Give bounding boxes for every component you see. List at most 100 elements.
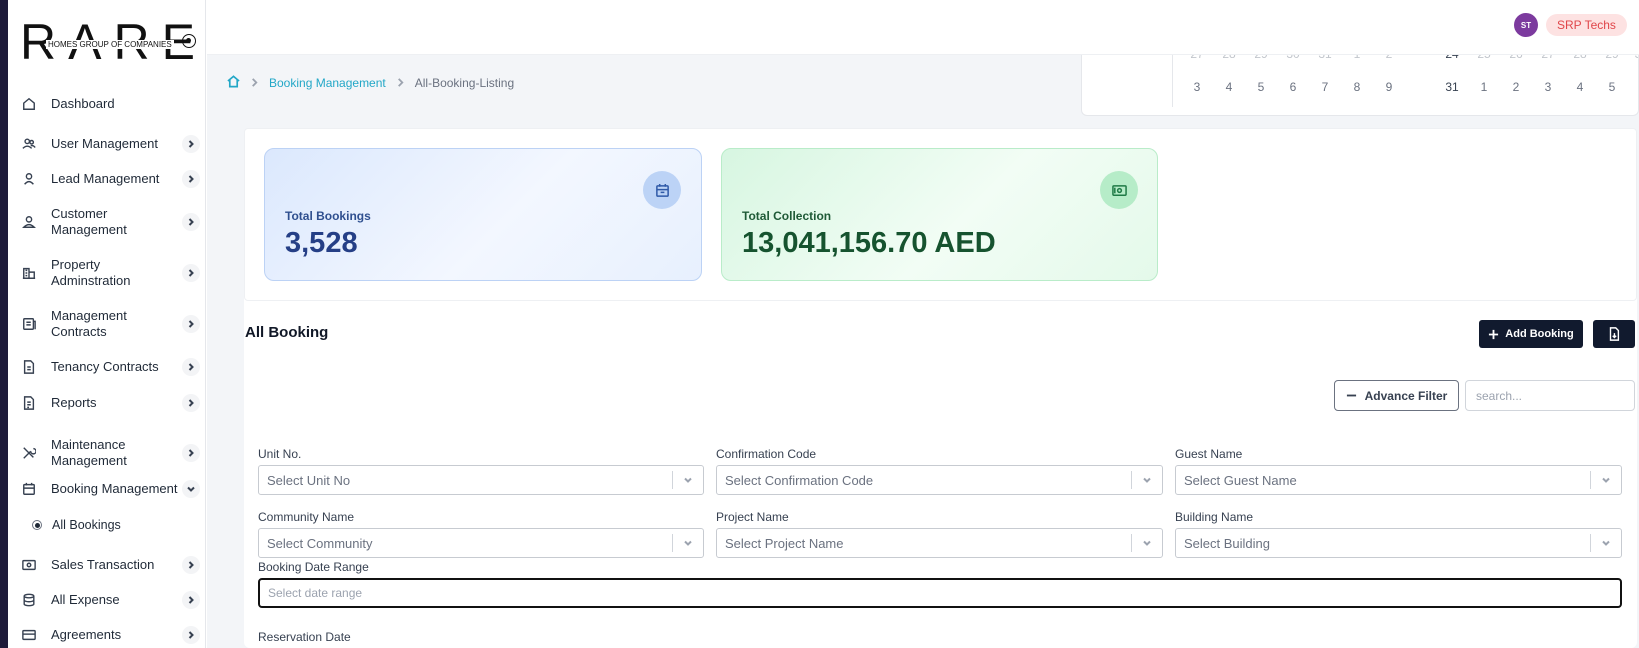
chevron-right-icon (182, 394, 200, 412)
sidebar-item-maintenance-management[interactable]: Maintenance Management (22, 437, 200, 469)
export-button[interactable] (1593, 320, 1635, 348)
sidebar-item-dashboard[interactable]: Dashboard (22, 96, 200, 112)
calendar-day[interactable]: 9 (1373, 80, 1405, 94)
project-name-select[interactable]: Select Project Name (716, 528, 1163, 558)
sidebar-item-booking-management[interactable]: Booking Management (22, 480, 200, 498)
calendar-day[interactable]: 24 (1436, 55, 1468, 61)
select-placeholder: Select Building (1184, 535, 1270, 551)
sidebar-item-label: Booking Management (51, 481, 178, 496)
reservation-date-label: Reservation Date (258, 630, 351, 644)
calendar-day[interactable]: 1 (1468, 80, 1500, 94)
user-name-badge[interactable]: SRP Techs (1546, 14, 1627, 36)
contract-icon (22, 317, 36, 331)
calendar-day[interactable]: 2 (1500, 80, 1532, 94)
stat-value: 3,528 (285, 227, 358, 259)
active-dot-icon (32, 520, 42, 530)
confirmation-code-select[interactable]: Select Confirmation Code (716, 465, 1163, 495)
add-booking-button[interactable]: Add Booking (1479, 320, 1583, 348)
users-icon (22, 137, 36, 151)
sidebar-item-sales-transaction[interactable]: Sales Transaction (22, 556, 200, 574)
calendar-day[interactable]: 26 (1500, 55, 1532, 61)
sidebar-item-lead-management[interactable]: Lead Management (22, 170, 200, 188)
calendar-day[interactable]: 1 (1341, 55, 1373, 61)
calendar-day[interactable]: 28 (1213, 55, 1245, 61)
avatar[interactable]: ST (1514, 13, 1538, 37)
calendar-day[interactable]: 5 (1596, 80, 1628, 94)
unit-no-select[interactable]: Select Unit No (258, 465, 704, 495)
calendar-day[interactable]: 4 (1564, 80, 1596, 94)
sidebar-item-reports[interactable]: Reports (22, 394, 200, 412)
sidebar-subitem-label: All Bookings (52, 518, 121, 532)
sidebar-item-user-management[interactable]: User Management (22, 135, 200, 153)
chevron-down-icon (673, 475, 703, 485)
chevron-down-icon (1132, 475, 1162, 485)
building-select[interactable]: Select Building (1175, 528, 1622, 558)
calendar-day[interactable]: 27 (1181, 55, 1213, 61)
calendar-icon (22, 482, 36, 496)
select-placeholder: Select Confirmation Code (725, 472, 874, 488)
sidebar-item-all-expense[interactable]: All Expense (22, 591, 200, 609)
database-icon (22, 593, 36, 607)
calendar-icon (643, 171, 681, 209)
stat-label: Total Bookings (285, 209, 371, 223)
calendar-day[interactable]: 30 (1277, 55, 1309, 61)
booking-date-range-input[interactable] (258, 578, 1622, 608)
breadcrumb-link[interactable]: Booking Management (269, 76, 386, 90)
community-select[interactable]: Select Community (258, 528, 704, 558)
chevron-right-icon (182, 170, 200, 188)
calendar-day[interactable]: 3 (1532, 80, 1564, 94)
calendar-day[interactable]: 28 (1564, 55, 1596, 61)
sidebar-item-label: Sales Transaction (51, 557, 155, 572)
guest-name-select[interactable]: Select Guest Name (1175, 465, 1622, 495)
chevron-right-icon (182, 626, 200, 644)
chevron-right-icon (182, 315, 200, 333)
select-placeholder: Select Community (267, 535, 373, 551)
stat-label: Total Collection (742, 209, 832, 223)
calendar-day[interactable]: 2 (1373, 55, 1405, 61)
sidebar-item-label: Tenancy Contracts (51, 359, 159, 374)
chevron-right-icon (396, 76, 405, 90)
confirmation-code-label: Confirmation Code (716, 447, 817, 461)
chevron-down-icon (673, 538, 703, 548)
sidebar-item-management-contracts[interactable]: Management Contracts (22, 308, 200, 340)
sidebar-item-label: Agreements (51, 627, 122, 642)
date-range-calendar: 27 28 29 30 31 1 2 24 25 26 27 28 29 3 3… (1081, 55, 1639, 116)
select-placeholder: Select Project Name (725, 535, 844, 551)
sidebar-item-label: Customer Management (51, 206, 127, 237)
home-icon[interactable] (227, 75, 240, 91)
calendar-day[interactable]: 25 (1468, 55, 1500, 61)
calendar-day[interactable]: 29 (1245, 55, 1277, 61)
chevron-right-icon (182, 556, 200, 574)
chevron-right-icon (250, 76, 259, 90)
document-icon (22, 360, 36, 374)
calendar-day[interactable]: 31 (1436, 80, 1468, 94)
sidebar-item-label: All Expense (51, 592, 120, 607)
calendar-day[interactable]: 3 (1181, 80, 1213, 94)
calendar-day[interactable]: 8 (1341, 80, 1373, 94)
sidebar-pin-icon[interactable] (182, 34, 196, 48)
calendar-day[interactable]: 3 (1622, 55, 1638, 61)
tools-icon (22, 446, 36, 460)
chevron-right-icon (182, 591, 200, 609)
calendar-day[interactable]: 4 (1213, 80, 1245, 94)
calendar-day[interactable]: 5 (1245, 80, 1277, 94)
breadcrumb: Booking Management All-Booking-Listing (227, 75, 514, 91)
export-file-icon (1609, 327, 1620, 341)
calendar-day[interactable]: 7 (1309, 80, 1341, 94)
sidebar-subitem-all-bookings[interactable]: All Bookings (32, 518, 121, 532)
chevron-right-icon (182, 135, 200, 153)
sidebar-item-label: Maintenance Management (51, 437, 127, 468)
calendar-day[interactable]: 27 (1532, 55, 1564, 61)
search-input[interactable] (1465, 380, 1635, 411)
project-name-label: Project Name (716, 510, 789, 524)
sidebar-item-property-administration[interactable]: Property Adminstration (22, 257, 200, 289)
sidebar-item-customer-management[interactable]: Customer Management (22, 206, 200, 238)
calendar-day[interactable]: 6 (1277, 80, 1309, 94)
sidebar-item-agreements[interactable]: Agreements (22, 626, 200, 644)
chevron-right-icon (182, 444, 200, 462)
calendar-day[interactable]: 31 (1309, 55, 1341, 61)
advance-filter-label: Advance Filter (1364, 388, 1448, 403)
sidebar-item-tenancy-contracts[interactable]: Tenancy Contracts (22, 358, 200, 376)
sidebar-item-label: Lead Management (51, 171, 160, 186)
advance-filter-button[interactable]: Advance Filter (1334, 380, 1459, 411)
